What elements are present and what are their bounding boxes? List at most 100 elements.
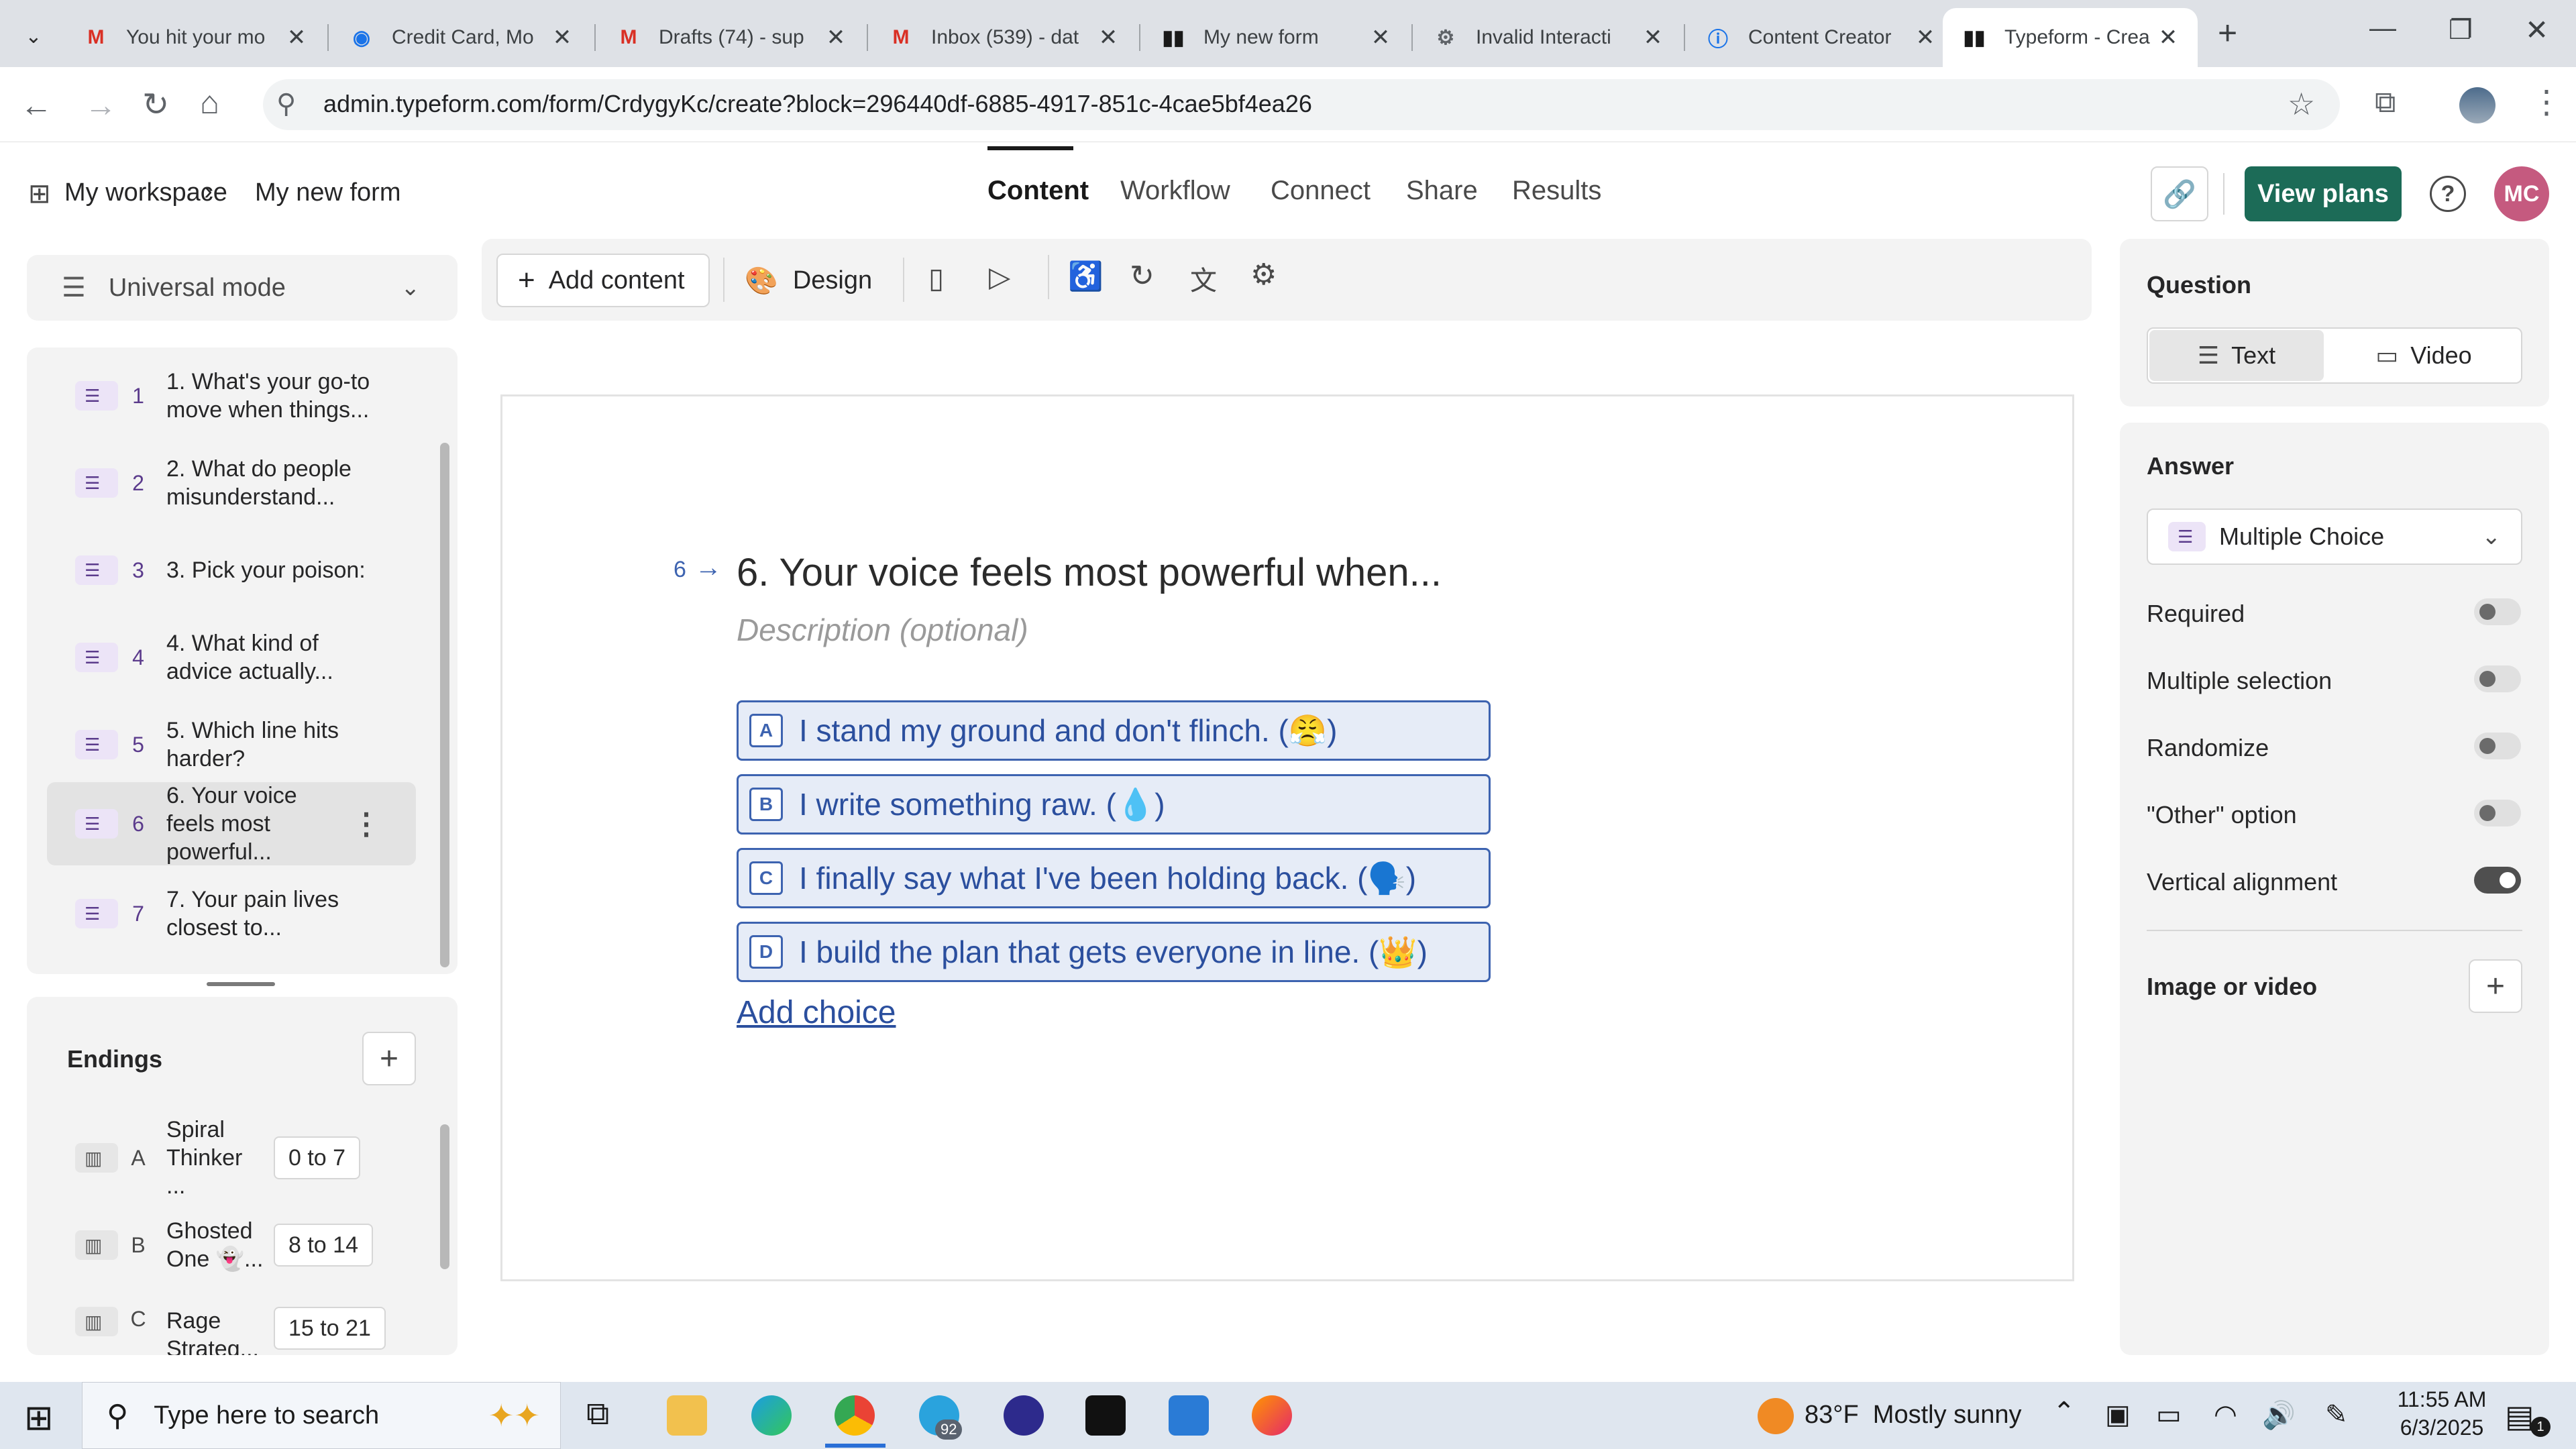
- mode-selector[interactable]: ☰ Universal mode ⌄: [27, 255, 458, 321]
- help-icon[interactable]: ?: [2430, 176, 2466, 212]
- file-explorer-icon[interactable]: [667, 1395, 707, 1436]
- tab-share[interactable]: Share: [1406, 176, 1478, 206]
- multiple-selection-toggle[interactable]: [2474, 665, 2521, 692]
- more-options-icon[interactable]: ⋮: [352, 807, 381, 841]
- profile-avatar[interactable]: [2459, 87, 2496, 123]
- taskbar-search-box[interactable]: ⚲ Type here to search ✦✦: [82, 1382, 561, 1449]
- question-list-item[interactable]: ☰ 4 4. What kind of advice actually...: [75, 623, 424, 692]
- question-list-item[interactable]: ☰ 7 7. Your pain lives closest to...: [75, 879, 424, 949]
- browser-tab[interactable]: M Drafts (74) - sup ✕: [597, 8, 865, 67]
- view-plans-button[interactable]: View plans: [2245, 166, 2402, 221]
- wifi-icon[interactable]: ◠: [2214, 1399, 2237, 1430]
- close-icon[interactable]: ✕: [2157, 24, 2179, 51]
- battery-icon[interactable]: ▭: [2156, 1399, 2182, 1430]
- browser-tab[interactable]: ⚙ Invalid Interacti ✕: [1414, 8, 1682, 67]
- other-option-toggle[interactable]: [2474, 800, 2521, 826]
- browser-menu-icon[interactable]: ⋮: [2530, 83, 2563, 121]
- site-info-icon[interactable]: ⚲: [276, 89, 296, 119]
- description-input[interactable]: Description (optional): [737, 612, 1028, 648]
- question-list-item[interactable]: ☰ 2 2. What do people misunderstand...: [75, 448, 424, 518]
- chevron-up-icon[interactable]: ⌃: [2053, 1397, 2076, 1428]
- restore-icon[interactable]: ❐: [2449, 15, 2473, 46]
- browser-tab[interactable]: ▮▮ My new form ✕: [1142, 8, 1410, 67]
- tab-workflow[interactable]: Workflow: [1120, 176, 1230, 206]
- ai-assist-icon[interactable]: ↻: [1130, 259, 1155, 293]
- endings-scrollbar[interactable]: [440, 1124, 449, 1269]
- close-icon[interactable]: ✕: [1370, 24, 1391, 51]
- ending-item[interactable]: ▥ C Rage Strateg... 15 to 21: [75, 1297, 424, 1355]
- browser-tab[interactable]: M You hit your mo ✕: [64, 8, 326, 67]
- bookmark-star-icon[interactable]: ☆: [2288, 86, 2315, 122]
- back-icon[interactable]: ←: [20, 87, 52, 124]
- home-icon[interactable]: ⌂: [200, 85, 219, 121]
- required-toggle[interactable]: [2474, 598, 2521, 625]
- notifications-icon[interactable]: ▤: [2505, 1398, 2534, 1434]
- minimize-icon[interactable]: —: [2369, 13, 2396, 44]
- ending-item[interactable]: ▥ A Spiral Thinker ... 0 to 7: [75, 1117, 424, 1199]
- user-avatar[interactable]: MC: [2494, 166, 2549, 221]
- windows-start-icon[interactable]: ⊞: [24, 1398, 54, 1438]
- choice-text[interactable]: I finally say what I've been holding bac…: [799, 860, 1416, 897]
- close-icon[interactable]: ✕: [551, 24, 573, 51]
- meet-icon[interactable]: ▣: [2105, 1399, 2131, 1430]
- question-list-item[interactable]: ☰ 3 3. Pick your poison:: [75, 535, 424, 605]
- add-media-button[interactable]: +: [2469, 959, 2522, 1013]
- ending-item[interactable]: ▥ B Ghosted One 👻... 8 to 14: [75, 1210, 424, 1280]
- url-text[interactable]: admin.typeform.com/form/CrdygyKc/create?…: [323, 90, 1312, 118]
- choice-option[interactable]: A I stand my ground and don't flinch. (😤…: [737, 700, 1491, 761]
- text-tab[interactable]: ☰ Text: [2149, 330, 2324, 381]
- browser-tab[interactable]: ◉ Credit Card, Mo ✕: [330, 8, 592, 67]
- translate-icon[interactable]: 文: [1190, 259, 1217, 298]
- edge-icon[interactable]: [751, 1395, 792, 1436]
- copy-link-icon[interactable]: 🔗: [2151, 166, 2208, 221]
- add-content-button[interactable]: + Add content: [496, 254, 710, 307]
- design-button[interactable]: 🎨 Design: [745, 254, 892, 307]
- chrome-icon[interactable]: [835, 1395, 875, 1436]
- browser-tab[interactable]: M Inbox (539) - dat ✕: [869, 8, 1138, 67]
- randomize-toggle[interactable]: [2474, 733, 2521, 759]
- tab-content[interactable]: Content: [987, 176, 1089, 206]
- question-list-item[interactable]: ☰ 1 1. What's your go-to move when thing…: [75, 361, 424, 431]
- vertical-alignment-toggle[interactable]: [2474, 867, 2521, 894]
- clock-date[interactable]: 6/3/2025: [2395, 1415, 2489, 1440]
- settings-gear-icon[interactable]: ⚙: [1250, 258, 1277, 292]
- accessibility-icon[interactable]: ♿: [1068, 260, 1103, 293]
- tab-connect[interactable]: Connect: [1271, 176, 1371, 206]
- close-icon[interactable]: ✕: [286, 24, 307, 51]
- choice-option[interactable]: C I finally say what I've been holding b…: [737, 848, 1491, 908]
- firefox-icon[interactable]: [1252, 1395, 1292, 1436]
- task-view-icon[interactable]: ⧉: [586, 1395, 609, 1433]
- tab-search-icon[interactable]: ⌄: [17, 20, 50, 52]
- browser-tab[interactable]: ⓘ Content Creator ✕: [1686, 8, 1955, 67]
- clock-time[interactable]: 11:55 AM: [2395, 1387, 2489, 1412]
- choice-option[interactable]: D I build the plan that gets everyone in…: [737, 922, 1491, 982]
- extensions-icon[interactable]: ⧉: [2375, 86, 2396, 119]
- choice-option[interactable]: B I write something raw. (💧): [737, 774, 1491, 835]
- close-icon[interactable]: ✕: [1915, 24, 1936, 51]
- terminal-icon[interactable]: [1085, 1395, 1126, 1436]
- mobile-preview-icon[interactable]: ▯: [928, 262, 944, 294]
- tab-results[interactable]: Results: [1512, 176, 1601, 206]
- window-close-icon[interactable]: ✕: [2525, 13, 2548, 46]
- new-tab-icon[interactable]: +: [2218, 13, 2237, 52]
- forward-icon[interactable]: →: [85, 87, 117, 124]
- close-icon[interactable]: ✕: [1097, 24, 1119, 51]
- browser-tab-active[interactable]: ▮▮ Typeform - Crea ✕: [1943, 8, 2198, 67]
- breadcrumb-form[interactable]: My new form: [255, 178, 400, 207]
- close-icon[interactable]: ✕: [1642, 24, 1664, 51]
- add-ending-button[interactable]: +: [362, 1032, 416, 1085]
- choice-text[interactable]: I build the plan that gets everyone in l…: [799, 934, 1428, 971]
- question-list-scrollbar[interactable]: [440, 443, 449, 967]
- volume-icon[interactable]: 🔊: [2262, 1399, 2296, 1431]
- close-icon[interactable]: ✕: [825, 24, 847, 51]
- choice-text[interactable]: I write something raw. (💧): [799, 786, 1165, 823]
- question-list-item[interactable]: ☰ 5 5. Which line hits harder?: [75, 710, 424, 780]
- video-tab[interactable]: ▭ Video: [2328, 330, 2520, 381]
- answer-type-dropdown[interactable]: ☰ Multiple Choice ⌄: [2147, 508, 2522, 565]
- reload-icon[interactable]: ↻: [142, 86, 169, 123]
- resize-handle[interactable]: [207, 982, 275, 986]
- question-title-input[interactable]: 6. Your voice feels most powerful when..…: [737, 550, 1442, 595]
- vscode-icon[interactable]: [1169, 1395, 1209, 1436]
- weather-text[interactable]: 83°F Mostly sunny: [1805, 1401, 2022, 1430]
- choice-text[interactable]: I stand my ground and don't flinch. (😤): [799, 712, 1337, 749]
